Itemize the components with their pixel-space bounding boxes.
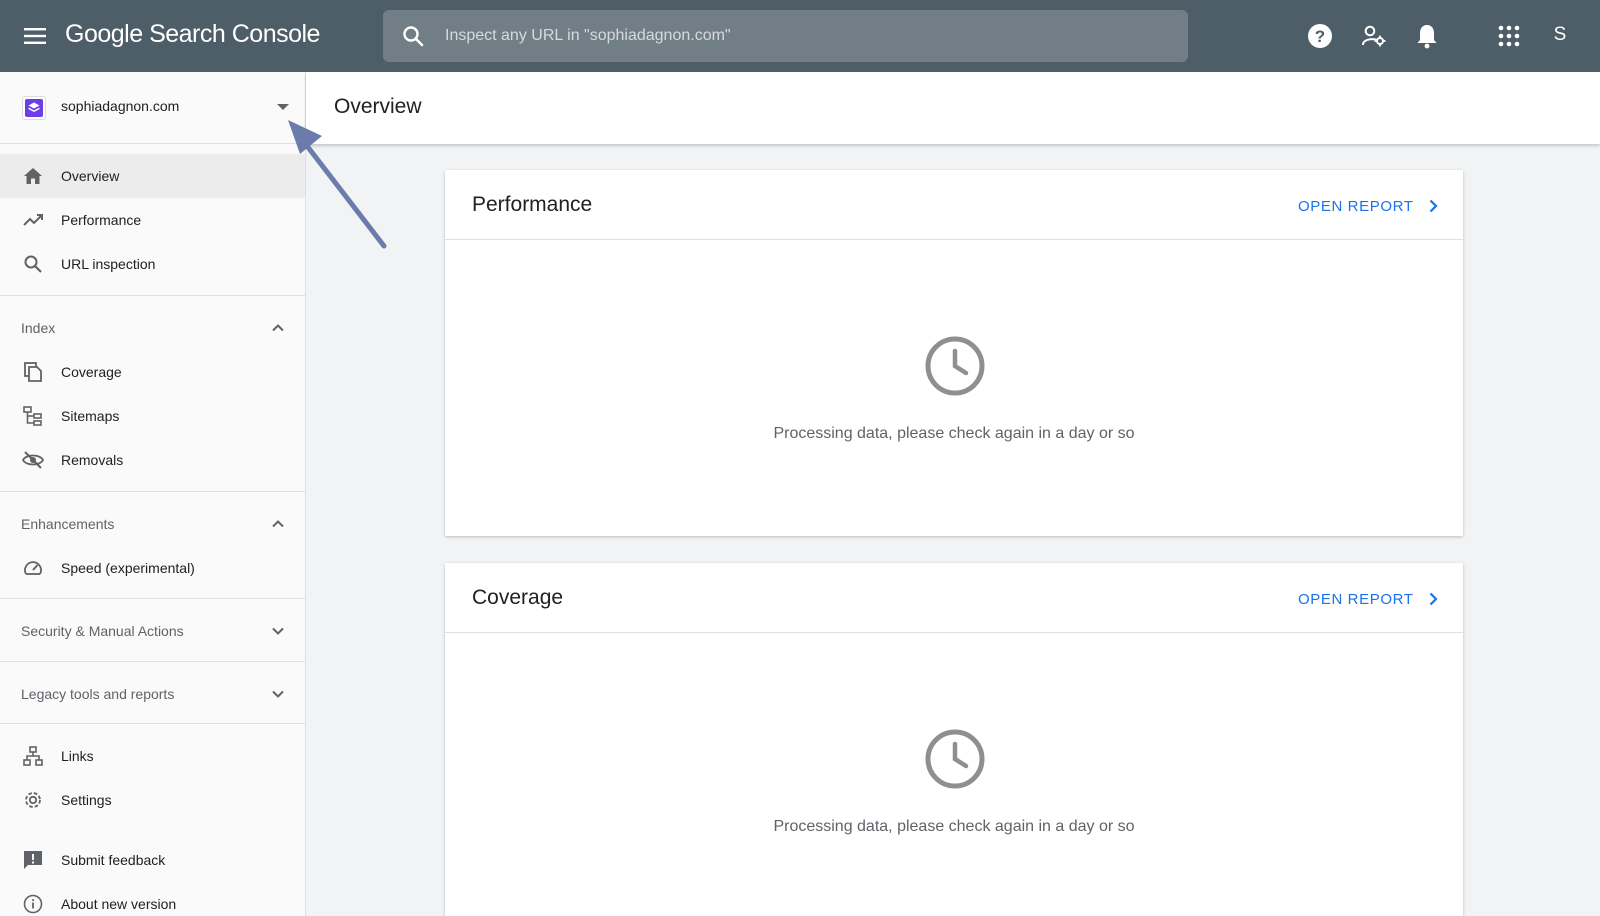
sidebar-item-settings[interactable]: Settings [0, 778, 305, 822]
svg-text:?: ? [1315, 27, 1325, 46]
brand-product: Search Console [149, 20, 320, 48]
speed-icon [21, 556, 45, 580]
brand-google: Google [65, 20, 143, 48]
sidebar-item-url-inspection[interactable]: URL inspection [0, 242, 305, 286]
sidebar-item-label: Removals [61, 452, 124, 468]
dropdown-caret-icon[interactable] [277, 104, 289, 110]
sidebar-item-label: Sitemaps [61, 408, 120, 424]
chevron-right-icon [1429, 199, 1438, 213]
home-icon [21, 164, 45, 188]
open-report-label: OPEN REPORT [1298, 590, 1414, 608]
processing-message: Processing data, please check again in a… [773, 818, 1135, 835]
sidebar-item-removals[interactable]: Removals [0, 438, 305, 482]
card-title: Coverage [472, 586, 564, 609]
sidebar-item-label: Links [61, 748, 94, 764]
account-avatar[interactable]: S [1548, 24, 1572, 48]
sidebar-item-speed[interactable]: Speed (experimental) [0, 546, 305, 590]
sidebar-item-label: About new version [61, 896, 177, 912]
open-report-button[interactable]: OPEN REPORT [1298, 194, 1442, 218]
section-index-toggle[interactable]: Index [0, 306, 305, 350]
coverage-card: Coverage OPEN REPORT Processing data, pl… [445, 563, 1463, 916]
sidebar-item-label: Performance [61, 212, 142, 228]
notifications-bell-icon[interactable] [1413, 22, 1441, 50]
divider [0, 295, 305, 296]
sidebar-item-overview[interactable]: Overview [0, 154, 305, 198]
clock-icon [925, 336, 985, 396]
removals-icon [21, 448, 45, 472]
search-icon [21, 252, 45, 276]
sidebar-item-about-new-version[interactable]: About new version [0, 882, 305, 916]
sidebar-item-label: Submit feedback [61, 852, 166, 868]
divider [0, 723, 305, 724]
divider [0, 598, 305, 599]
settings-icon [21, 788, 45, 812]
chevron-right-icon [1429, 592, 1438, 606]
chevron-up-icon [268, 514, 288, 534]
property-selector[interactable]: sophiadagnon.com [0, 72, 305, 144]
hamburger-menu-icon[interactable] [18, 22, 52, 50]
open-report-button[interactable]: OPEN REPORT [1298, 587, 1442, 611]
section-title: Security & Manual Actions [21, 623, 184, 639]
section-security-toggle[interactable]: Security & Manual Actions [0, 609, 305, 653]
url-inspect-search[interactable] [383, 10, 1188, 62]
help-icon[interactable]: ? [1306, 22, 1334, 50]
links-icon [21, 744, 45, 768]
sidebar-item-label: Speed (experimental) [61, 560, 195, 576]
sidebar-item-coverage[interactable]: Coverage [0, 350, 305, 394]
top-app-bar: Google Search Console ? S [0, 0, 1600, 72]
clock-icon [925, 729, 985, 789]
card-header: Performance OPEN REPORT [445, 170, 1463, 240]
sidebar-item-links[interactable]: Links [0, 734, 305, 778]
property-name: sophiadagnon.com [61, 98, 180, 114]
chevron-down-icon [268, 684, 288, 704]
card-title: Performance [472, 193, 593, 216]
property-layers-icon [22, 96, 46, 120]
trending-up-icon [21, 208, 45, 232]
section-title: Legacy tools and reports [21, 686, 175, 702]
card-header: Coverage OPEN REPORT [445, 563, 1463, 633]
sidebar-item-label: Coverage [61, 364, 122, 380]
sidebar-item-label: Settings [61, 792, 112, 808]
sidebar-item-label: Overview [61, 168, 120, 184]
divider [0, 661, 305, 662]
sidebar-item-sitemaps[interactable]: Sitemaps [0, 394, 305, 438]
chevron-down-icon [268, 621, 288, 641]
page-header: Overview [306, 72, 1600, 144]
section-enhancements-toggle[interactable]: Enhancements [0, 502, 305, 546]
sidebar-item-submit-feedback[interactable]: Submit feedback [0, 838, 305, 882]
section-legacy-toggle[interactable]: Legacy tools and reports [0, 672, 305, 716]
apps-grid-icon[interactable] [1495, 22, 1523, 50]
url-inspect-input[interactable] [445, 20, 1165, 52]
performance-card: Performance OPEN REPORT Processing data,… [445, 170, 1463, 536]
annotation-arrow-icon [288, 120, 387, 249]
app-logo[interactable]: Google Search Console [65, 20, 320, 49]
manage-users-settings-icon[interactable] [1360, 22, 1388, 50]
coverage-icon [21, 360, 45, 384]
sitemap-icon [21, 404, 45, 428]
processing-message: Processing data, please check again in a… [773, 425, 1135, 442]
section-title: Enhancements [21, 516, 115, 532]
divider [0, 143, 305, 144]
feedback-icon [21, 848, 45, 872]
sidebar-nav: sophiadagnon.com Overview Performance UR… [0, 72, 306, 916]
search-icon [401, 24, 425, 48]
sidebar-item-label: URL inspection [61, 256, 156, 272]
divider [0, 491, 305, 492]
section-title: Index [21, 320, 56, 336]
chevron-up-icon [268, 318, 288, 338]
open-report-label: OPEN REPORT [1298, 197, 1414, 215]
info-icon [21, 892, 45, 916]
sidebar-item-performance[interactable]: Performance [0, 198, 305, 242]
